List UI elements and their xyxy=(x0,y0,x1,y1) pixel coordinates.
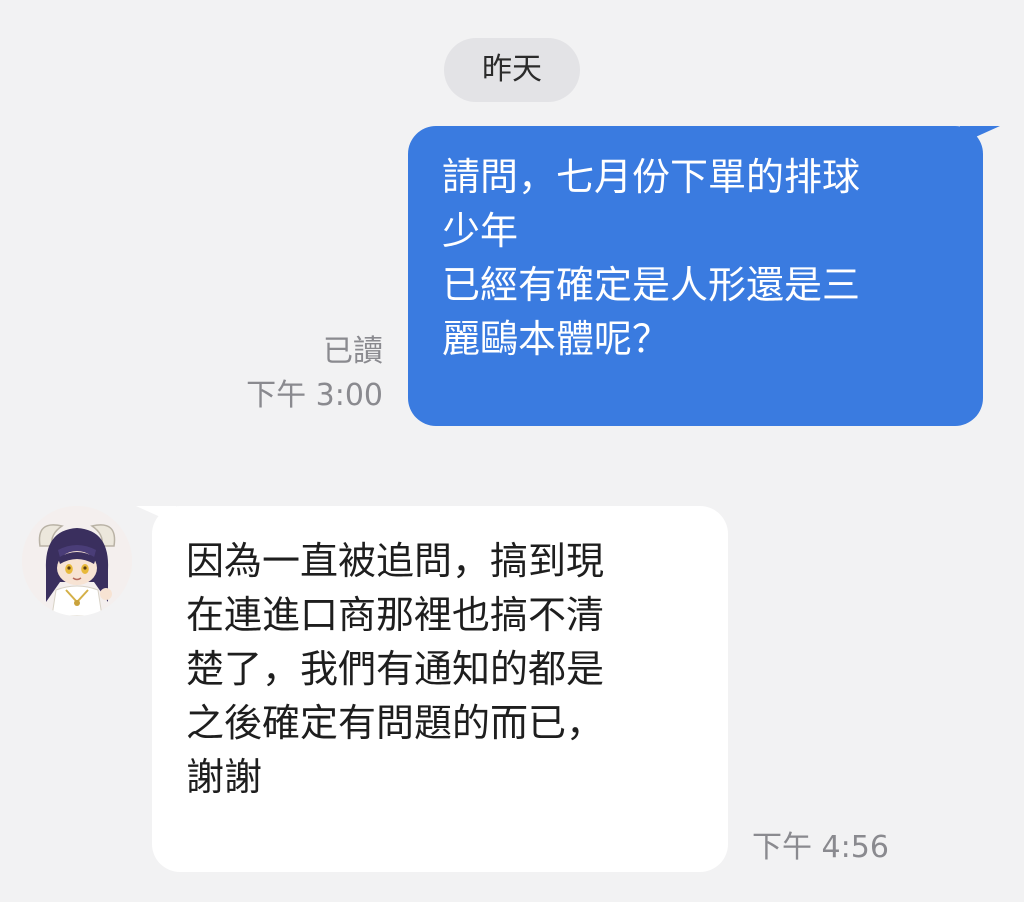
incoming-message-bubble[interactable]: 因為一直被追問，搞到現 在連進口商那裡也搞不清 楚了，我們有通知的都是 之後確定… xyxy=(152,506,728,872)
read-receipt: 已讀 xyxy=(323,334,383,369)
avatar[interactable] xyxy=(22,506,132,616)
outgoing-message-meta: 已讀 下午 3:00 xyxy=(246,330,383,418)
outgoing-message-bubble[interactable]: 請問，七月份下單的排球 少年 已經有確定是人形還是三 麗鷗本體呢？ xyxy=(408,126,983,426)
avatar-figure-icon xyxy=(22,506,132,616)
message-timestamp: 下午 3:00 xyxy=(246,378,383,413)
chat-view: 昨天 請問，七月份下單的排球 少年 已經有確定是人形還是三 麗鷗本體呢？ 已讀 … xyxy=(0,0,1024,902)
message-timestamp: 下午 4:56 xyxy=(752,830,889,865)
date-divider: 昨天 xyxy=(444,38,580,102)
